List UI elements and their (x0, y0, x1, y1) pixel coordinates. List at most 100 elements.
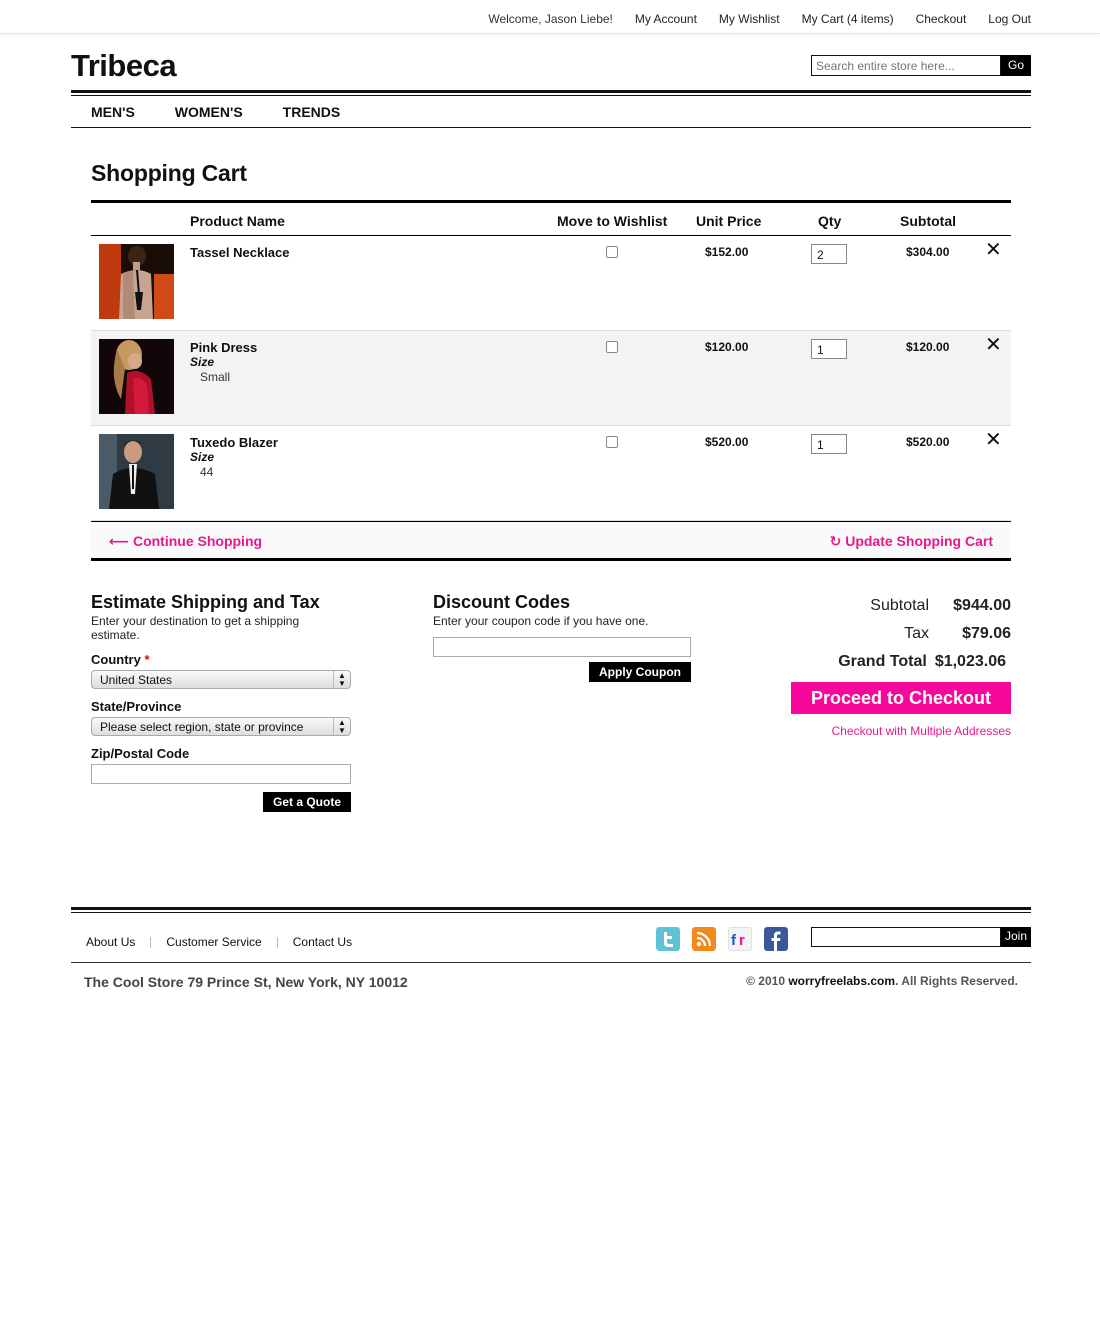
shipping-estimate: Estimate Shipping and Tax Enter your des… (91, 592, 351, 812)
nav-item-mens[interactable]: MEN'S (91, 104, 135, 120)
state-select[interactable]: Please select region, state or province … (91, 717, 351, 736)
column-header-subtotal: Subtotal (900, 213, 956, 229)
product-thumbnail-pink-dress[interactable] (99, 339, 174, 414)
grand-total-label: Grand Total (838, 653, 927, 670)
country-selected-value: United States (100, 673, 173, 687)
link-separator (276, 937, 278, 948)
product-thumbnail-tassel-necklace[interactable] (99, 244, 174, 319)
cart-table: Product Name Move to Wishlist Unit Price… (91, 200, 1011, 561)
nav-item-womens[interactable]: WOMEN'S (175, 104, 243, 120)
move-to-wishlist-checkbox[interactable] (606, 246, 618, 258)
move-to-wishlist-checkbox[interactable] (606, 341, 618, 353)
remove-item-icon[interactable]: ✕ (985, 240, 1002, 260)
subtotal-value: $944.00 (953, 597, 1011, 614)
tax-row: Tax $79.06 (781, 620, 1011, 648)
option-label: Size (190, 450, 215, 464)
remove-item-icon[interactable]: ✕ (985, 430, 1002, 450)
copyright-prefix: © 2010 (746, 974, 789, 988)
cart-section: Shopping Cart Product Name Move to Wishl… (91, 160, 1011, 561)
column-header-move-to-wishlist: Move to Wishlist (557, 213, 668, 229)
top-bar: Welcome, Jason Liebe! My Account My Wish… (0, 0, 1100, 34)
row-subtotal: $520.00 (906, 435, 950, 449)
remove-item-icon[interactable]: ✕ (985, 335, 1002, 355)
unit-price: $520.00 (705, 435, 749, 449)
state-selected-value: Please select region, state or province (100, 720, 304, 734)
checkout-multiple-addresses-link[interactable]: Checkout with Multiple Addresses (781, 724, 1011, 738)
coupon-input[interactable] (433, 637, 691, 657)
option-label: Size (190, 355, 215, 369)
welcome-message: Welcome, Jason Liebe! (488, 12, 613, 26)
twitter-icon[interactable] (656, 927, 680, 951)
header-divider (71, 90, 1031, 93)
footer-link-contact-us[interactable]: Contact Us (293, 935, 352, 949)
cart-table-header: Product Name Move to Wishlist Unit Price… (91, 203, 1011, 236)
site-header: Tribeca Go MEN'S WOMEN'S TRENDS (71, 34, 1031, 128)
subtotal-label: Subtotal (870, 597, 929, 614)
nav-item-trends[interactable]: TRENDS (283, 104, 341, 120)
update-cart-button[interactable]: ↻ Update Shopping Cart (830, 533, 993, 550)
search-button[interactable]: Go (1001, 55, 1031, 76)
option-value: Small (200, 370, 231, 384)
continue-shopping-button[interactable]: ⟵ Continue Shopping (109, 533, 262, 550)
link-separator (150, 937, 152, 948)
my-wishlist-link[interactable]: My Wishlist (719, 12, 780, 26)
subtotal-row: Subtotal $944.00 (781, 592, 1011, 620)
tax-label: Tax (904, 625, 929, 642)
apply-coupon-button[interactable]: Apply Coupon (589, 662, 691, 682)
column-header-unit-price: Unit Price (696, 213, 762, 229)
checkout-link[interactable]: Checkout (916, 12, 967, 26)
nav-divider (71, 127, 1031, 128)
social-icons: f r (656, 927, 788, 951)
product-name[interactable]: Tassel Necklace (190, 245, 290, 260)
facebook-icon[interactable] (764, 927, 788, 951)
join-button[interactable]: Join (1001, 927, 1031, 947)
row-subtotal: $120.00 (906, 340, 950, 354)
row-subtotal: $304.00 (906, 245, 950, 259)
cart-totals: Subtotal $944.00 Tax $79.06 Grand Total … (781, 592, 1011, 738)
shipping-title: Estimate Shipping and Tax (91, 592, 320, 612)
column-header-product-name: Product Name (190, 213, 285, 229)
table-row: Tassel Necklace $152.00 2 $304.00 ✕ (91, 236, 1011, 331)
country-select[interactable]: United States ▲ ▼ (91, 670, 351, 689)
header-divider (71, 95, 1031, 96)
option-value: 44 (200, 465, 214, 479)
cart-lower-section: Estimate Shipping and Tax Enter your des… (91, 592, 1011, 822)
logout-link[interactable]: Log Out (988, 12, 1031, 26)
newsletter-email-input[interactable] (811, 927, 1001, 947)
column-header-qty: Qty (818, 213, 842, 229)
get-quote-button[interactable]: Get a Quote (262, 792, 351, 812)
rss-icon[interactable] (692, 927, 716, 951)
my-account-link[interactable]: My Account (635, 12, 697, 26)
svg-text:r: r (739, 932, 745, 949)
logo[interactable]: Tribeca (71, 48, 177, 84)
unit-price: $120.00 (705, 340, 749, 354)
store-address: The Cool Store 79 Prince St, New York, N… (84, 974, 408, 990)
newsletter-form: Join (811, 927, 1031, 947)
copyright: © 2010 worryfreelabs.com. All Rights Res… (746, 974, 1018, 988)
continue-shopping-label: Continue Shopping (132, 533, 263, 549)
flickr-icon[interactable]: f r (728, 927, 752, 951)
product-name[interactable]: Tuxedo Blazer (190, 435, 278, 450)
footer-link-customer-service[interactable]: Customer Service (166, 935, 261, 949)
country-label-text: Country (91, 652, 141, 667)
my-cart-link[interactable]: My Cart (4 items) (802, 12, 894, 26)
main-nav: MEN'S WOMEN'S TRENDS (91, 104, 380, 120)
table-row: Pink Dress Size Small $120.00 1 $120.00 … (91, 331, 1011, 426)
update-cart-label: Update Shopping Cart (845, 533, 993, 549)
discount-description: Enter your coupon code if you have one. (433, 614, 649, 628)
product-name[interactable]: Pink Dress (190, 340, 257, 355)
grand-total-value: $1,023.06 (934, 653, 1006, 670)
proceed-to-checkout-button[interactable]: Proceed to Checkout (791, 682, 1011, 714)
select-arrows-icon: ▲ ▼ (333, 671, 350, 688)
quantity-input[interactable]: 1 (811, 434, 847, 454)
quantity-input[interactable]: 1 (811, 339, 847, 359)
move-to-wishlist-checkbox[interactable] (606, 436, 618, 448)
zip-input[interactable] (91, 764, 351, 784)
quantity-input[interactable]: 2 (811, 244, 847, 264)
zip-label: Zip/Postal Code (91, 746, 190, 761)
page-title: Shopping Cart (91, 160, 247, 186)
search-input[interactable] (811, 55, 1001, 76)
footer-link-about-us[interactable]: About Us (86, 935, 135, 949)
copyright-domain-link[interactable]: worryfreelabs.com (788, 974, 895, 988)
product-thumbnail-tuxedo-blazer[interactable] (99, 434, 174, 509)
